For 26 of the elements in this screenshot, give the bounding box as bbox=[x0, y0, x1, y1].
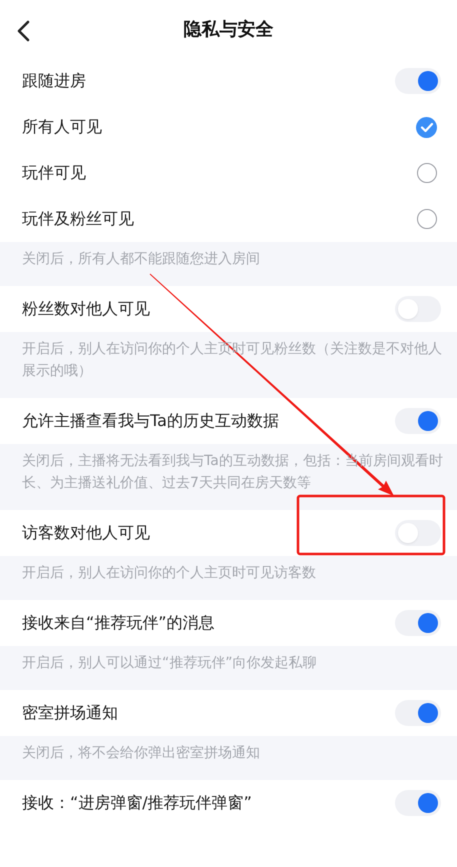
hint-text: 关闭后，所有人都不能跟随您进入房间 bbox=[22, 251, 260, 267]
radio-button[interactable] bbox=[417, 163, 437, 183]
hint-text: 开启后，别人在访问你的个人主页时可见访客数 bbox=[22, 565, 316, 581]
radio-checked-icon[interactable] bbox=[416, 116, 437, 138]
setting-label: 接收来自“推荐玩伴”的消息 bbox=[22, 612, 215, 634]
radio-button[interactable] bbox=[417, 209, 437, 229]
setting-label: 密室拼场通知 bbox=[22, 702, 118, 724]
toggle-switch[interactable] bbox=[395, 610, 441, 636]
setting-label: 粉丝数对他人可见 bbox=[22, 298, 150, 320]
page-title: 隐私与安全 bbox=[184, 18, 274, 41]
toggle-switch[interactable] bbox=[395, 790, 441, 816]
hint-text: 关闭后，将不会给你弹出密室拼场通知 bbox=[22, 745, 260, 761]
toggle-switch[interactable] bbox=[395, 408, 441, 434]
toggle-switch[interactable] bbox=[395, 296, 441, 322]
hint-text: 开启后，别人在访问你的个人主页时可见粉丝数（关注数是不对他人展示的哦） bbox=[22, 341, 442, 379]
setting-label: 接收：“进房弹窗/推荐玩伴弹窗” bbox=[22, 792, 252, 814]
hint-text: 开启后，别人可以通过“推荐玩伴”向你发起私聊 bbox=[22, 655, 317, 671]
setting-label: 跟随进房 bbox=[22, 70, 86, 92]
setting-label: 允许主播查看我与Ta的历史互动数据 bbox=[22, 410, 279, 432]
setting-label: 所有人可见 bbox=[22, 116, 102, 138]
setting-label: 访客数对他人可见 bbox=[22, 522, 150, 544]
toggle-switch[interactable] bbox=[395, 68, 441, 94]
toggle-switch[interactable] bbox=[395, 700, 441, 726]
setting-label: 玩伴及粉丝可见 bbox=[22, 208, 134, 230]
setting-label: 玩伴可见 bbox=[22, 162, 86, 184]
toggle-switch[interactable] bbox=[395, 520, 441, 546]
